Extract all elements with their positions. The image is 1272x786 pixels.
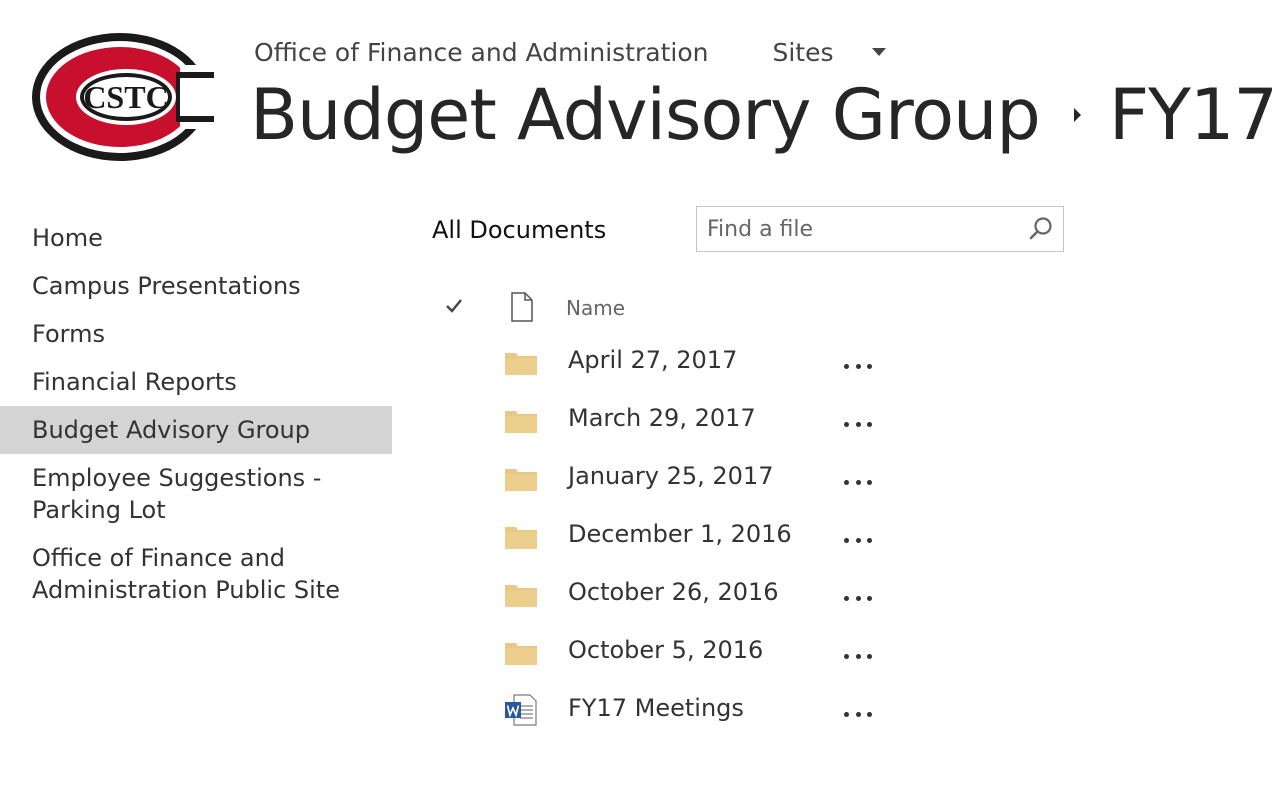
sidebar-navigation: Home Campus Presentations Forms Financia…: [0, 214, 392, 614]
sidebar-item-public-site[interactable]: Office of Finance and Administration Pub…: [0, 534, 392, 614]
folder-icon: [505, 527, 537, 549]
item-name-link[interactable]: December 1, 2016: [568, 520, 792, 548]
search-box: [696, 206, 1064, 252]
ellipsis-icon[interactable]: [844, 648, 872, 664]
column-header-name[interactable]: Name: [566, 296, 625, 320]
sites-link[interactable]: Sites: [772, 38, 833, 67]
list-item[interactable]: December 1, 2016: [432, 508, 912, 566]
view-selector-all-documents[interactable]: All Documents: [432, 216, 606, 244]
folder-icon: [505, 643, 537, 665]
list-item[interactable]: March 29, 2017: [432, 392, 912, 450]
document-icon: [511, 292, 533, 322]
word-document-icon: [505, 694, 537, 726]
sidebar-item-home[interactable]: Home: [0, 214, 392, 262]
page-title: FY17: [1108, 74, 1272, 156]
checkmark-icon[interactable]: [444, 296, 464, 316]
magnifier-icon[interactable]: [1019, 207, 1063, 251]
folder-icon: [505, 353, 537, 375]
sidebar-item-financial-reports[interactable]: Financial Reports: [0, 358, 392, 406]
item-name-link[interactable]: April 27, 2017: [568, 346, 737, 374]
folder-icon: [505, 585, 537, 607]
document-list: Name April 27, 2017 March 29, 2017 Janua…: [432, 284, 912, 740]
ellipsis-icon[interactable]: [844, 532, 872, 548]
ellipsis-icon[interactable]: [844, 706, 872, 722]
ellipsis-icon[interactable]: [844, 358, 872, 374]
list-item[interactable]: FY17 Meetings: [432, 682, 912, 740]
item-name-link[interactable]: October 5, 2016: [568, 636, 763, 664]
breadcrumb: Budget Advisory Group FY17: [250, 70, 1272, 160]
ellipsis-icon[interactable]: [844, 474, 872, 490]
folder-icon: [505, 469, 537, 491]
sidebar-item-budget-advisory-group[interactable]: Budget Advisory Group: [0, 406, 392, 454]
chevron-down-icon[interactable]: [871, 48, 886, 56]
ellipsis-icon[interactable]: [844, 416, 872, 432]
search-input[interactable]: [697, 209, 1019, 249]
folder-icon: [505, 411, 537, 433]
item-name-link[interactable]: January 25, 2017: [568, 462, 774, 490]
breadcrumb-separator-icon: [1073, 108, 1081, 122]
top-navigation: Office of Finance and Administration Sit…: [254, 34, 886, 70]
sidebar-item-forms[interactable]: Forms: [0, 310, 392, 358]
sidebar-item-employee-suggestions[interactable]: Employee Suggestions - Parking Lot: [0, 454, 392, 534]
item-name-link[interactable]: March 29, 2017: [568, 404, 756, 432]
list-item[interactable]: April 27, 2017: [432, 334, 912, 392]
item-name-link[interactable]: October 26, 2016: [568, 578, 779, 606]
item-name-link[interactable]: FY17 Meetings: [568, 694, 744, 722]
parent-site-link[interactable]: Office of Finance and Administration: [254, 38, 708, 67]
list-item[interactable]: October 26, 2016: [432, 566, 912, 624]
logo-text: CSTC: [83, 79, 168, 115]
logo-icon[interactable]: CSTC: [30, 30, 214, 164]
site-title-link[interactable]: Budget Advisory Group: [250, 74, 1041, 156]
list-item[interactable]: January 25, 2017: [432, 450, 912, 508]
ellipsis-icon[interactable]: [844, 590, 872, 606]
page: CSTC Office of Finance and Administratio…: [0, 0, 1272, 786]
list-header: Name: [432, 284, 912, 334]
sidebar-item-campus-presentations[interactable]: Campus Presentations: [0, 262, 392, 310]
list-item[interactable]: October 5, 2016: [432, 624, 912, 682]
